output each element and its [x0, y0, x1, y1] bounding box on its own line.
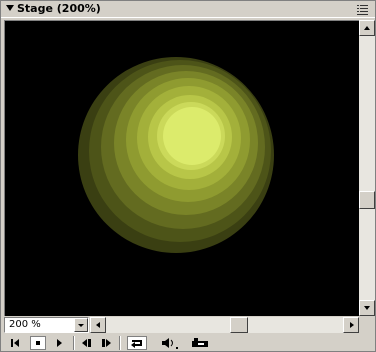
shaded-sphere [78, 57, 274, 253]
scroll-corner [359, 317, 375, 333]
stage-canvas[interactable] [4, 20, 359, 316]
scroll-right-button[interactable] [343, 317, 359, 333]
stop-icon[interactable] [30, 336, 46, 350]
loop-icon[interactable] [127, 336, 147, 350]
separator [119, 336, 121, 350]
arrow-up-icon [364, 26, 370, 30]
stage-window: Stage (200%) 200 % [0, 0, 376, 352]
playback-controls [1, 334, 375, 352]
panel-titlebar[interactable]: Stage (200%) [1, 1, 375, 18]
stop-square [36, 341, 40, 345]
selection-only-icon[interactable] [191, 336, 209, 350]
list-menu-icon[interactable] [357, 4, 369, 15]
zoom-value: 200 % [9, 319, 41, 330]
rewind-to-start-icon[interactable] [10, 336, 20, 350]
panel-title: Stage (200%) [17, 2, 101, 15]
step-backward-icon[interactable] [81, 336, 93, 350]
separator [73, 336, 75, 350]
horizontal-scroll-thumb[interactable] [230, 317, 248, 333]
triangle-down-icon[interactable] [6, 5, 14, 11]
arrow-right-icon [350, 322, 354, 328]
vertical-scroll-thumb[interactable] [359, 191, 375, 209]
horizontal-scrollbar[interactable] [90, 317, 359, 333]
scroll-down-button[interactable] [359, 300, 375, 316]
zoom-select[interactable]: 200 % [4, 317, 89, 333]
sphere-ring-9 [163, 107, 221, 165]
chevron-down-icon [78, 324, 84, 327]
play-icon[interactable] [55, 336, 65, 350]
step-forward-icon[interactable] [100, 336, 112, 350]
scroll-up-button[interactable] [359, 20, 375, 36]
vertical-scrollbar[interactable] [359, 20, 375, 316]
scroll-left-button[interactable] [90, 317, 106, 333]
zoom-dropdown-button[interactable] [74, 318, 88, 332]
speaker-icon[interactable] [161, 336, 179, 350]
arrow-down-icon [364, 306, 370, 310]
arrow-left-icon [96, 322, 100, 328]
